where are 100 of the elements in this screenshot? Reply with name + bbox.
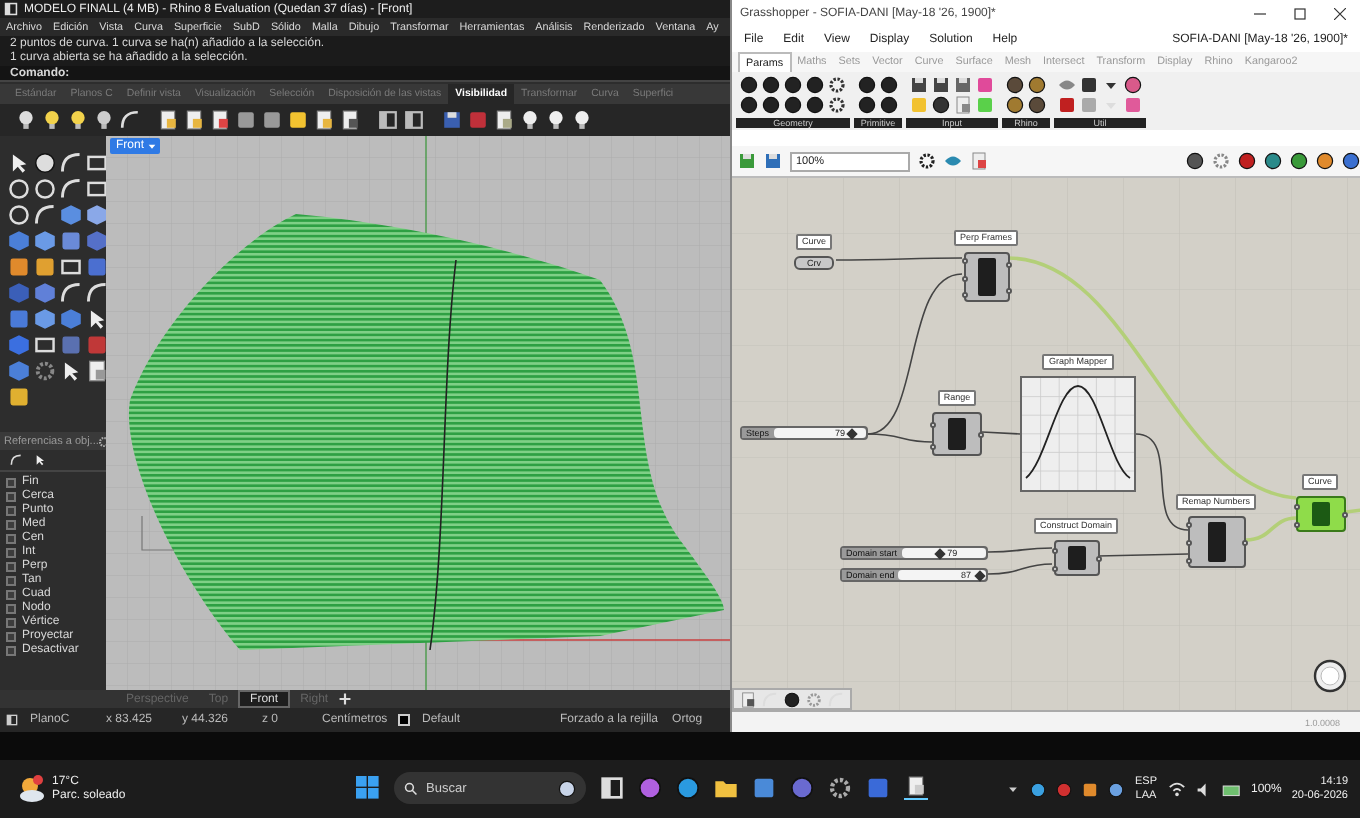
tile-icon[interactable] bbox=[60, 334, 82, 356]
eye-icon[interactable] bbox=[944, 152, 962, 170]
tile-icon[interactable] bbox=[866, 776, 890, 800]
tile-icon[interactable] bbox=[976, 76, 994, 94]
tile-icon[interactable] bbox=[976, 96, 994, 114]
circle-icon[interactable] bbox=[34, 178, 56, 200]
folder-icon[interactable] bbox=[714, 776, 738, 800]
dot-icon[interactable] bbox=[740, 76, 758, 94]
dot-icon[interactable] bbox=[1316, 152, 1334, 170]
rect-icon[interactable] bbox=[60, 256, 82, 278]
dot-icon[interactable] bbox=[806, 76, 824, 94]
dot-icon[interactable] bbox=[762, 76, 780, 94]
dot-icon[interactable] bbox=[1342, 152, 1360, 170]
bulb-icon[interactable] bbox=[16, 110, 36, 130]
pointer-icon[interactable] bbox=[34, 454, 46, 466]
dot-icon[interactable] bbox=[880, 76, 898, 94]
dot-icon[interactable] bbox=[880, 96, 898, 114]
arc-icon[interactable] bbox=[10, 454, 22, 466]
checkbox[interactable] bbox=[6, 547, 16, 558]
dot-icon[interactable] bbox=[858, 76, 876, 94]
dot-icon[interactable] bbox=[1028, 96, 1046, 114]
dot-icon[interactable] bbox=[1056, 781, 1073, 797]
checkbox[interactable] bbox=[6, 645, 16, 656]
dot-icon[interactable] bbox=[790, 776, 814, 800]
dot-icon[interactable] bbox=[1028, 76, 1046, 94]
component-node[interactable] bbox=[1053, 540, 1099, 576]
checkbox[interactable] bbox=[6, 477, 16, 488]
dot-icon[interactable] bbox=[858, 96, 876, 114]
arc-icon[interactable] bbox=[60, 178, 82, 200]
dot-icon[interactable] bbox=[1264, 152, 1282, 170]
arc-icon[interactable] bbox=[120, 110, 140, 130]
minimize-icon[interactable] bbox=[1254, 8, 1266, 20]
pointer-icon[interactable] bbox=[60, 360, 82, 382]
component-node[interactable] bbox=[1187, 516, 1245, 568]
sheet-icon[interactable] bbox=[904, 776, 928, 800]
window-icon[interactable] bbox=[6, 714, 18, 726]
tile-icon[interactable] bbox=[8, 256, 30, 278]
checkbox[interactable] bbox=[6, 589, 16, 600]
component-node[interactable] bbox=[963, 252, 1009, 302]
layer-swatch[interactable] bbox=[398, 714, 410, 726]
dot-icon[interactable] bbox=[784, 691, 800, 707]
dot-icon[interactable] bbox=[784, 96, 802, 114]
checkbox[interactable] bbox=[6, 631, 16, 642]
dot-icon[interactable] bbox=[1238, 152, 1256, 170]
tile-icon[interactable] bbox=[752, 776, 776, 800]
checkbox[interactable] bbox=[6, 519, 16, 530]
cube-icon[interactable] bbox=[86, 230, 108, 252]
checkbox[interactable] bbox=[6, 617, 16, 628]
tile-icon[interactable] bbox=[1080, 76, 1098, 94]
dot-icon[interactable] bbox=[1006, 96, 1024, 114]
pointer-icon[interactable] bbox=[86, 308, 108, 330]
cube-icon[interactable] bbox=[60, 204, 82, 226]
dot-icon[interactable] bbox=[638, 776, 662, 800]
graph-mapper[interactable] bbox=[1020, 376, 1136, 492]
tile-icon[interactable] bbox=[1124, 96, 1142, 114]
tile-icon[interactable] bbox=[34, 256, 56, 278]
slider-grip[interactable] bbox=[933, 548, 945, 560]
dot-icon[interactable] bbox=[1290, 152, 1308, 170]
caret-icon[interactable] bbox=[1006, 782, 1021, 796]
arc-icon[interactable] bbox=[34, 204, 56, 226]
dot-icon[interactable] bbox=[1030, 781, 1047, 797]
tile-icon[interactable] bbox=[86, 334, 108, 356]
dot-icon[interactable] bbox=[1124, 76, 1142, 94]
arc-icon[interactable] bbox=[86, 282, 108, 304]
bulb-icon[interactable] bbox=[94, 110, 114, 130]
bulb-icon[interactable] bbox=[572, 110, 592, 130]
pointer-icon[interactable] bbox=[8, 152, 30, 174]
windows-logo-icon[interactable] bbox=[356, 776, 379, 799]
arc-icon[interactable] bbox=[60, 152, 82, 174]
rect-icon[interactable] bbox=[86, 178, 108, 200]
tile-icon[interactable] bbox=[8, 386, 30, 408]
tile-icon[interactable] bbox=[1080, 96, 1098, 114]
bulb-icon[interactable] bbox=[546, 110, 566, 130]
checkbox[interactable] bbox=[6, 603, 16, 614]
checkbox[interactable] bbox=[6, 561, 16, 572]
slider-grip[interactable] bbox=[847, 428, 859, 440]
circle-icon[interactable] bbox=[8, 178, 30, 200]
window-icon[interactable] bbox=[404, 110, 424, 130]
sheet-icon[interactable] bbox=[340, 110, 360, 130]
tile-icon[interactable] bbox=[86, 256, 108, 278]
volume-icon[interactable] bbox=[1196, 782, 1205, 796]
tile-icon[interactable] bbox=[468, 110, 488, 130]
dot-icon[interactable] bbox=[762, 96, 780, 114]
dot-icon[interactable] bbox=[1006, 76, 1024, 94]
tile-icon[interactable] bbox=[910, 96, 928, 114]
dot-icon[interactable] bbox=[932, 96, 950, 114]
dot-icon[interactable] bbox=[784, 76, 802, 94]
maximize-icon[interactable] bbox=[1294, 8, 1306, 20]
battery-icon[interactable] bbox=[1221, 784, 1239, 796]
close-icon[interactable] bbox=[1334, 8, 1346, 20]
tile-icon[interactable] bbox=[236, 110, 256, 130]
tile-icon[interactable] bbox=[288, 110, 308, 130]
tile-icon[interactable] bbox=[262, 110, 282, 130]
circle-icon[interactable] bbox=[8, 204, 30, 226]
bulb-icon[interactable] bbox=[68, 110, 88, 130]
dot-icon[interactable] bbox=[34, 152, 56, 174]
dot-icon[interactable] bbox=[740, 96, 758, 114]
checkbox[interactable] bbox=[6, 505, 16, 516]
sheet-icon[interactable] bbox=[158, 110, 178, 130]
cube-icon[interactable] bbox=[86, 204, 108, 226]
